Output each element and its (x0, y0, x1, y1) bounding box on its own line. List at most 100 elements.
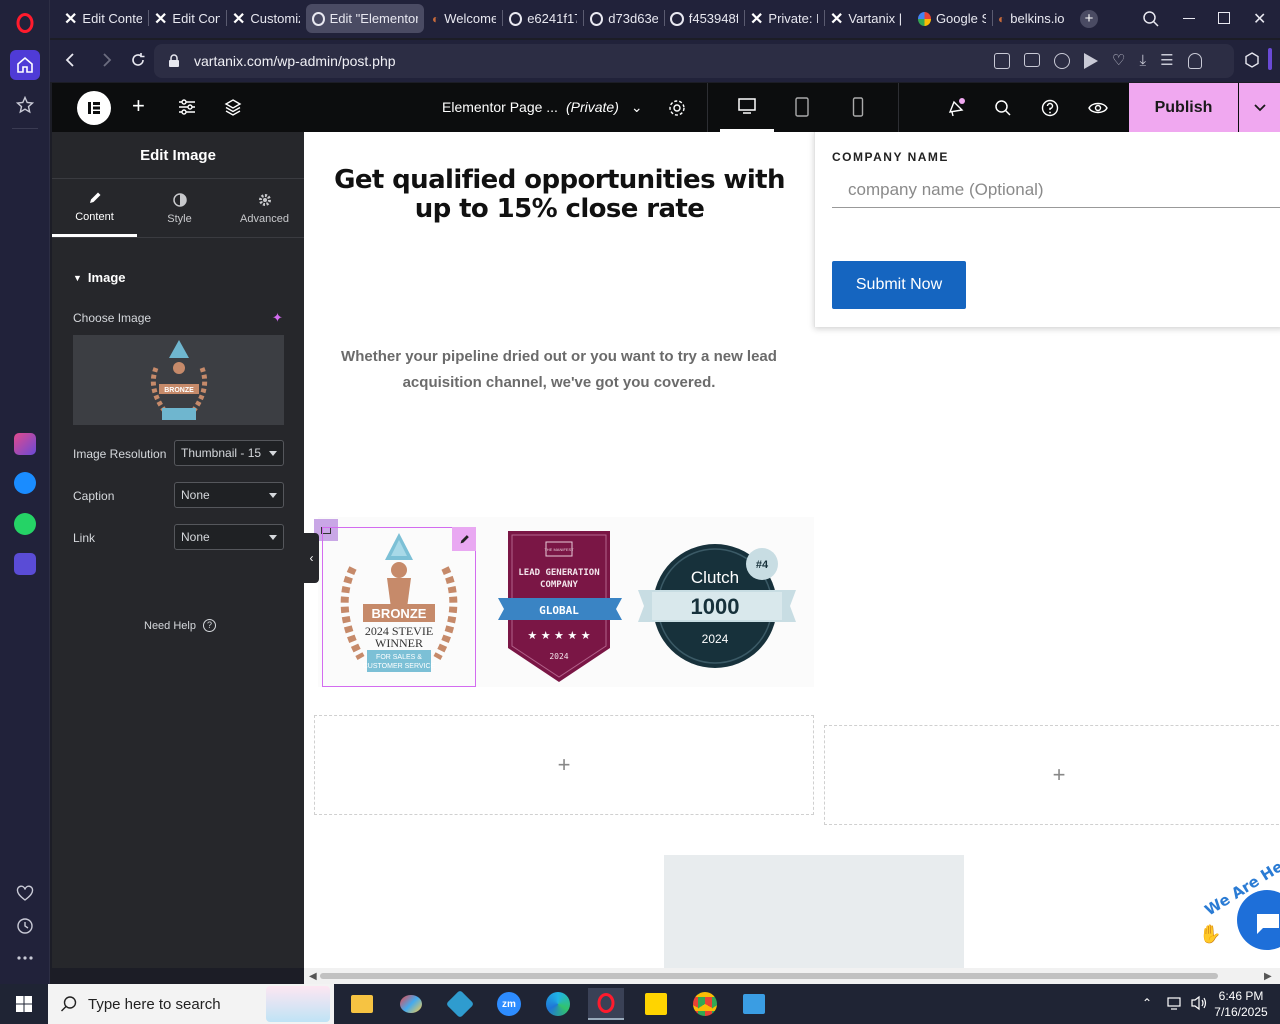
home-icon[interactable] (10, 50, 40, 80)
close-window-button[interactable]: ✕ (1253, 9, 1266, 29)
elementor-logo-icon[interactable] (77, 91, 111, 125)
opera-taskbar-icon[interactable] (588, 988, 624, 1020)
browser-tab[interactable]: ◐ belkins.io (992, 4, 1074, 33)
caption-select[interactable]: None (174, 482, 284, 508)
search-icon (60, 995, 78, 1013)
favorite-icon[interactable]: ♡ (1112, 53, 1125, 69)
company-name-input[interactable]: company name (Optional) (832, 172, 1280, 208)
ai-sparkle-icon[interactable]: ✦ (272, 310, 283, 326)
reload-icon[interactable] (130, 52, 146, 68)
browser-tab[interactable]: ✕ Vartanix | (824, 4, 908, 33)
add-widget-placeholder[interactable]: + (824, 725, 1280, 825)
browser-tab[interactable]: Google S (912, 4, 992, 33)
link-select[interactable]: None (174, 524, 284, 550)
chat-widget[interactable]: We Are Here ✋ (1199, 858, 1280, 958)
messenger-icon[interactable] (10, 468, 40, 498)
network-icon[interactable] (1166, 995, 1184, 1011)
page-title-dropdown[interactable]: Elementor Page ... (Private) ⌄ (442, 99, 643, 116)
finder-search-icon[interactable] (994, 99, 1012, 117)
whatsapp-icon[interactable] (10, 509, 40, 539)
browser-tab[interactable]: ◐ Welcome (426, 4, 502, 33)
file-explorer-icon[interactable] (344, 988, 380, 1020)
tab-label: Customize (250, 11, 300, 26)
camera-icon[interactable] (1024, 53, 1040, 67)
browser-tab[interactable]: e6241f17 (503, 4, 583, 33)
search-tabs-icon[interactable] (1142, 10, 1160, 28)
url-text[interactable]: vartanix.com/wp-admin/post.php (194, 53, 396, 69)
help-icon[interactable] (1041, 99, 1059, 117)
add-widget-placeholder[interactable]: + (314, 715, 814, 815)
desktop-view-icon[interactable] (720, 83, 774, 132)
publish-button[interactable]: Publish (1129, 83, 1238, 132)
page-settings-icon[interactable] (668, 99, 686, 117)
tab-label: Advanced (240, 212, 289, 225)
taskbar-clock[interactable]: 6:46 PM 7/16/2025 (1212, 988, 1270, 1020)
tab-label: Google S (935, 11, 986, 26)
tab-advanced[interactable]: Advanced (222, 180, 307, 237)
back-icon[interactable] (64, 52, 78, 68)
browser-tab[interactable]: ✕ Edit Conte (148, 4, 226, 33)
need-help-link[interactable]: Need Help ? (144, 619, 216, 632)
show-hidden-icons[interactable]: ⌃ (1142, 996, 1152, 1010)
submit-button[interactable]: Submit Now (832, 261, 966, 309)
tablet-view-icon[interactable] (794, 97, 810, 117)
site-settings-icon[interactable] (178, 99, 196, 115)
profile-icon[interactable] (1187, 53, 1202, 69)
edge-icon[interactable] (540, 988, 576, 1020)
chevron-down-icon (269, 535, 277, 540)
windows-start-icon[interactable] (6, 988, 42, 1020)
zoom-icon[interactable]: zm (491, 988, 527, 1020)
share-icon[interactable] (994, 53, 1010, 69)
photos-icon[interactable] (736, 988, 772, 1020)
aria-icon[interactable] (10, 429, 40, 459)
heart-icon[interactable] (10, 879, 40, 909)
forward-icon[interactable] (99, 52, 113, 68)
music-player-icon[interactable] (10, 549, 40, 579)
browser-tab[interactable]: ✕ Private: El (744, 4, 824, 33)
chrome-icon[interactable] (687, 988, 723, 1020)
more-icon[interactable] (10, 943, 40, 973)
tab-style[interactable]: Style (137, 180, 222, 237)
opera-logo-icon[interactable] (10, 8, 40, 38)
history-icon[interactable] (10, 911, 40, 941)
volume-icon[interactable] (1190, 995, 1208, 1011)
notifications-icon[interactable] (946, 98, 966, 118)
sticky-notes-icon[interactable] (638, 988, 674, 1020)
tab-content[interactable]: Content (52, 180, 137, 237)
browser-tab-active[interactable]: Edit "Elementor P (306, 4, 424, 33)
paint-icon[interactable] (393, 988, 429, 1020)
restore-button[interactable] (1218, 12, 1230, 24)
leadgen-year: 2024 (549, 652, 568, 661)
new-tab-button[interactable]: + (1080, 10, 1098, 28)
image-preview[interactable]: BRONZE (73, 335, 284, 425)
taskbar-search-box[interactable]: Type here to search (48, 984, 334, 1024)
adblock-icon[interactable] (1054, 53, 1070, 69)
scrollbar-thumb[interactable] (320, 973, 1218, 979)
image-resolution-select[interactable]: Thumbnail - 150 (174, 440, 284, 466)
download-icon[interactable]: ⤓ (1139, 53, 1146, 69)
browser-tab[interactable]: ✕ Customize (226, 4, 306, 33)
easy-setup-icon[interactable]: ☰ (1160, 53, 1173, 69)
mobile-view-icon[interactable] (852, 97, 864, 117)
browser-tab[interactable]: f453948f (664, 4, 744, 33)
elementor-x-icon: ✕ (154, 10, 168, 28)
publish-options-button[interactable] (1239, 83, 1280, 132)
edit-widget-pencil-icon[interactable] (452, 527, 476, 551)
browser-tab[interactable]: ✕ Edit Conte (58, 4, 148, 33)
extensions-icon[interactable] (1244, 52, 1260, 68)
star-icon[interactable] (10, 90, 40, 120)
tab-label: e6241f17 (527, 11, 577, 26)
add-element-icon[interactable]: + (132, 95, 145, 117)
minimize-button[interactable] (1183, 18, 1195, 19)
horizontal-scrollbar[interactable]: ◀ ▶ (304, 968, 1280, 984)
image-widget-selected[interactable]: BRONZE 2024 STEVIE WINNER FOR SALES & CU… (322, 527, 476, 687)
send-icon[interactable] (1084, 53, 1098, 69)
browser-tab[interactable]: d73d63el (584, 4, 664, 33)
preview-icon[interactable] (1088, 100, 1108, 116)
collapse-panel-button[interactable]: ‹ (304, 533, 319, 583)
address-bar[interactable]: vartanix.com/wp-admin/post.php ♡ ⤓ ☰ (154, 44, 1234, 78)
structure-icon[interactable] (224, 98, 242, 116)
vpn-icon[interactable] (442, 988, 478, 1020)
pencil-icon (88, 191, 102, 205)
section-image-toggle[interactable]: ▼ Image (73, 270, 126, 285)
